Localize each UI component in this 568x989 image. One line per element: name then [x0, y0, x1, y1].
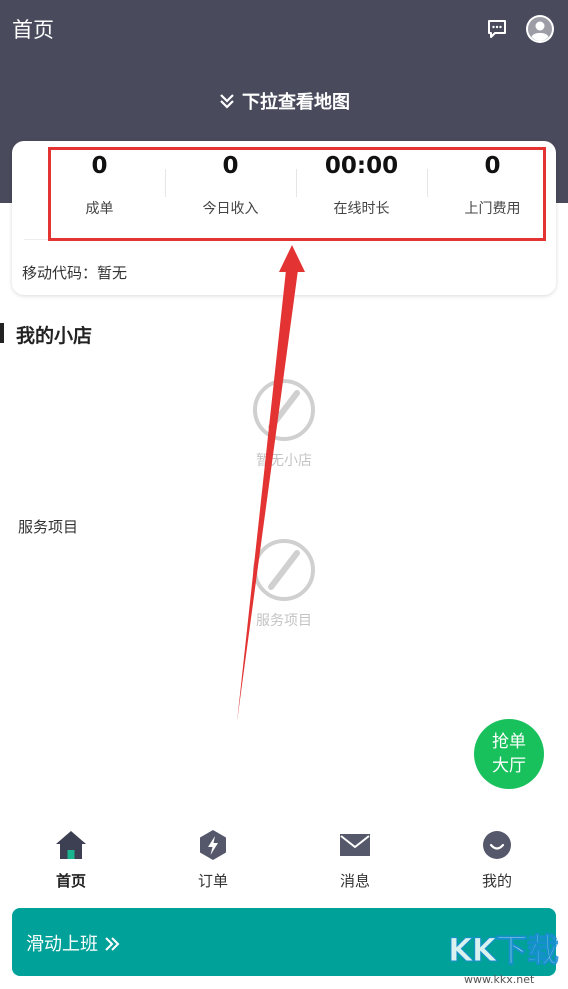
shop-empty-state: 暂无小店: [234, 378, 334, 470]
shop-section-title: 我的小店: [16, 325, 93, 347]
tab-label: 消息: [339, 872, 370, 890]
order-hall-button[interactable]: 抢单 大厅: [474, 719, 544, 789]
order-hall-label-line1: 抢单: [492, 732, 526, 752]
tab-messages[interactable]: 消息: [284, 820, 426, 900]
pull-to-map[interactable]: 下拉查看地图: [0, 88, 568, 114]
tab-mine[interactable]: 我的: [426, 820, 568, 900]
mobile-code: 移动代码：暂无: [22, 264, 128, 282]
tab-home[interactable]: 首页: [0, 820, 142, 900]
order-hall-label-line2: 大厅: [492, 756, 526, 776]
pull-to-map-label: 下拉查看地图: [242, 92, 350, 113]
mail-icon: [340, 834, 370, 856]
double-chevron-right-icon: [105, 937, 120, 951]
app-screen: 首页 下拉查看地图 0 成单 0 今日收入 00:00 在线时长 0 上门费用 …: [0, 0, 568, 989]
watermark: KK下载 www.kkx.net: [448, 925, 568, 989]
watermark-logo: KK下载: [448, 931, 560, 970]
home-icon: [56, 831, 86, 859]
tab-label: 首页: [55, 872, 86, 890]
user-avatar-icon[interactable]: [526, 15, 554, 43]
tab-label: 订单: [197, 872, 228, 890]
bottom-tab-bar: 首页 订单 消息 我的: [0, 820, 568, 900]
order-bolt-icon: [200, 830, 226, 860]
chat-bubble-icon[interactable]: [486, 18, 508, 40]
watermark-url: www.kkx.net: [464, 973, 535, 986]
no-content-icon: [253, 539, 315, 601]
slide-label-text: 滑动上班: [26, 934, 98, 955]
service-empty-state: 服务项目: [234, 538, 334, 630]
slide-label: 滑动上班: [26, 930, 120, 956]
no-content-icon: [253, 379, 315, 441]
service-empty-text: 服务项目: [256, 613, 312, 629]
smile-face-icon: [483, 831, 511, 859]
tab-orders[interactable]: 订单: [142, 820, 284, 900]
tab-label: 我的: [481, 872, 512, 890]
annotation-highlight-box: [48, 147, 546, 241]
shop-empty-text: 暂无小店: [256, 453, 312, 469]
double-chevron-down-icon: [220, 94, 234, 109]
page-title: 首页: [12, 18, 54, 42]
service-section-title: 服务项目: [18, 518, 79, 536]
section-accent-bar: [0, 323, 4, 343]
